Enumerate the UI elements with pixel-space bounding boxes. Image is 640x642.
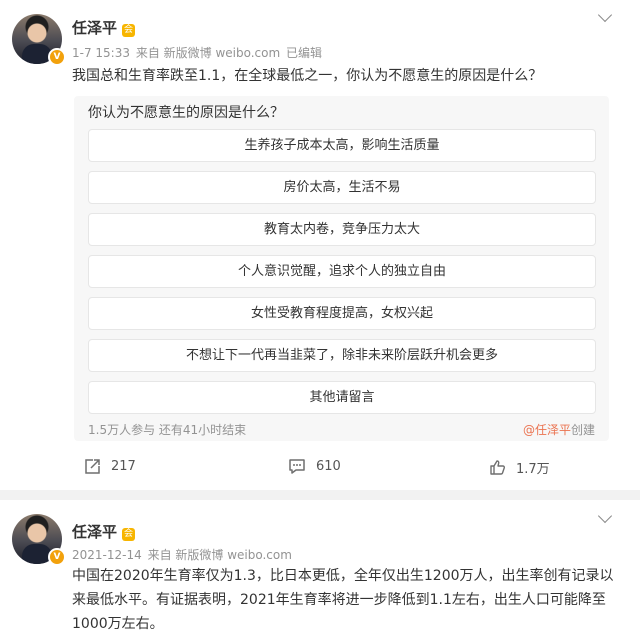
post-meta: 1-7 15:33 来自 新版微博 weibo.com 已编辑	[72, 44, 324, 61]
weibo-post: V 任泽平会 1-7 15:33 来自 新版微博 weibo.com 已编辑 我…	[0, 0, 640, 490]
poll-stats: 1.5万人参与 还有41小时结束	[88, 423, 247, 437]
poll-creator-suffix: 创建	[570, 423, 595, 437]
user-name-row: 任泽平会	[72, 17, 136, 38]
post-text: 中国在2020年生育率仅为1.3，比日本更低，全年仅出生1200万人，出生率创有…	[72, 568, 614, 632]
verified-badge: V	[48, 48, 66, 66]
post-source[interactable]: 来自 新版微博 weibo.com	[148, 548, 292, 562]
member-badge-icon: 会	[122, 528, 136, 541]
user-name-row: 任泽平会	[72, 521, 136, 542]
poll-option[interactable]: 其他请留言	[88, 381, 596, 414]
post-source[interactable]: 来自 新版微博 weibo.com	[136, 46, 280, 60]
poll-option[interactable]: 女性受教育程度提高，女权兴起	[88, 297, 596, 330]
poll-card: 你认为不愿意生的原因是什么？ 生养孩子成本太高，影响生活质量 房价太高，生活不易…	[74, 96, 609, 441]
poll-creator: @任泽平创建	[523, 421, 595, 438]
post-text: 我国总和生育率跌至1.1，在全球最低之一，你认为不愿意生的原因是什么？	[72, 68, 543, 84]
user-name[interactable]: 任泽平	[72, 19, 117, 37]
poll-option[interactable]: 生养孩子成本太高，影响生活质量	[88, 129, 596, 162]
like-count: 1.7万	[516, 462, 550, 477]
poll-option[interactable]: 教育太内卷，竞争压力太大	[88, 213, 596, 246]
chevron-down-icon[interactable]	[597, 508, 613, 524]
post-date[interactable]: 1-7 15:33	[72, 46, 130, 60]
edited-label[interactable]: 已编辑	[286, 46, 322, 60]
poll-option[interactable]: 个人意识觉醒，追求个人的独立自由	[88, 255, 596, 288]
repost-button[interactable]: 217	[84, 458, 136, 475]
like-button[interactable]: 1.7万	[489, 458, 550, 477]
post-date[interactable]: 2021-12-14	[72, 548, 142, 562]
like-icon	[490, 460, 506, 475]
verified-badge: V	[48, 548, 66, 566]
chevron-down-icon[interactable]	[597, 7, 613, 23]
repost-count: 217	[111, 459, 136, 474]
poll-option[interactable]: 房价太高，生活不易	[88, 171, 596, 204]
weibo-post: V 任泽平会 2021-12-14 来自 新版微博 weibo.com 中国在2…	[0, 500, 640, 642]
poll-question: 你认为不愿意生的原因是什么？	[88, 105, 284, 121]
member-badge-icon: 会	[122, 24, 136, 37]
post-meta: 2021-12-14 来自 新版微博 weibo.com	[72, 546, 294, 563]
comment-button[interactable]: 610	[288, 458, 341, 475]
repost-icon	[85, 459, 100, 474]
comment-count: 610	[316, 459, 341, 474]
user-name[interactable]: 任泽平	[72, 523, 117, 541]
poll-option[interactable]: 不想让下一代再当韭菜了，除非未来阶层跃升机会更多	[88, 339, 596, 372]
action-bar: 217 610 1.7万	[0, 458, 640, 482]
comment-icon	[289, 459, 305, 474]
poll-creator-link[interactable]: @任泽平	[523, 423, 571, 437]
post-separator	[0, 490, 640, 500]
